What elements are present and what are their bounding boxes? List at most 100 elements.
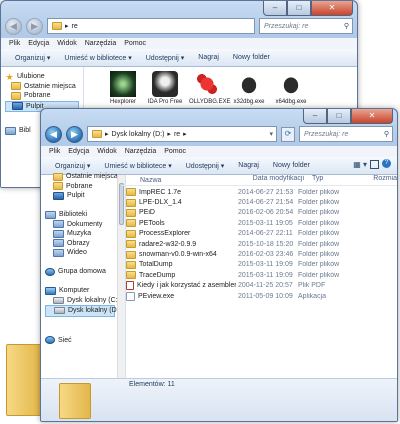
toolbar-button[interactable]: Nagraj [238,162,259,169]
refresh-icon[interactable]: ⟳ [281,126,295,142]
toolbar-button[interactable]: Nowy folder [273,162,310,169]
address-segment-folder[interactable]: re [174,131,180,138]
file-icon-item[interactable]: x64dbg.exe [273,71,309,106]
column-type[interactable]: Typ [310,175,371,185]
maximize-button[interactable]: □ [327,109,351,124]
nav-item[interactable]: Ostatnie miejsca [5,82,79,92]
search-input[interactable]: Przeszukaj: re ⚲ [299,126,393,142]
nav-item[interactable]: Biblioteki [45,210,115,220]
maximize-button[interactable]: □ [287,1,311,16]
nav-item[interactable]: Komputer [45,286,115,296]
close-button[interactable]: ✕ [351,109,393,124]
menu-item[interactable]: Pomoc [164,146,186,157]
menu-item[interactable]: Pomoc [124,38,146,49]
back-button[interactable]: ◀ [45,125,62,143]
toolbar-button[interactable]: Umieść w bibliotece ▾ [64,54,131,62]
library-icon [5,126,16,135]
address-segment-drive[interactable]: Dysk lokalny (D:) [112,131,165,138]
nav-item[interactable]: Dysk lokalny (D:) [45,305,121,317]
file-row[interactable]: Kiedy i jak korzystać z asemblera.pdf200… [122,281,397,291]
forward-button[interactable]: ▶ [66,125,83,143]
file-icon-item[interactable]: OLLYDBG.EXE [189,71,231,106]
menu-item[interactable]: Widok [97,146,116,157]
file-row[interactable]: TotalDump 2015-03-11 19:09 Folder plików [122,260,397,270]
file-name-cell: PEiD [122,208,236,217]
file-row[interactable]: LPE-DLX_1.4 2014-06-27 21:54 Folder plików [122,197,397,207]
file-name-cell: Kiedy i jak korzystać z asemblera.pdf [122,281,236,291]
desktop-icon [53,191,64,200]
file-name: LPE-DLX_1.4 [139,199,182,207]
nav-item[interactable]: Muzyka [45,229,115,239]
file-row[interactable]: ImpREC 1.7e 2014-06-27 21:53 Folder plików [122,187,397,197]
command-bar: Organizuj ▾ Umieść w bibliotece ▾ Udostępn… [1,49,357,67]
toolbar-button[interactable]: Nagraj [198,54,219,61]
folder-icon [126,208,136,217]
close-button[interactable]: ✕ [311,1,353,16]
folder-icon [126,188,136,197]
toolbar-button[interactable]: Nowy folder [233,54,270,61]
forward-button[interactable]: ▶ [26,17,43,35]
file-row[interactable]: PETools 2015-03-11 19:05 Folder plików [122,218,397,228]
file-type: Folder plików [298,199,340,207]
file-row[interactable]: ProcessExplorer 2014-06-27 22:11 Folder pl… [122,229,397,239]
toolbar-button[interactable]: Organizuj ▾ [15,54,50,62]
file-row[interactable]: PEiD 2016-02-06 20:54 Folder plików [122,208,397,218]
menu-item[interactable]: Narzędzia [85,38,117,49]
toolbar-button[interactable]: Organizuj ▾ [55,162,90,170]
file-icon-item[interactable]: Hexplorer [105,71,141,106]
nav-item-label: Ulubione [17,73,45,81]
nav-item[interactable]: Pobrane [5,91,79,101]
menu-item[interactable]: Plik [49,146,60,157]
file-row[interactable]: TraceDump 2015-03-11 19:09 Folder plików [122,270,397,280]
toolbar-button[interactable]: Udostępnij ▾ [186,162,225,170]
nav-item[interactable]: ★ Ulubione [5,72,79,82]
folder-icon [126,219,136,228]
nav-item-label: Komputer [59,287,90,295]
nav-item-label: Biblioteki [59,211,88,219]
menu-item[interactable]: Plik [9,38,20,49]
nav-item[interactable]: Pulpit [45,191,115,201]
menu-item[interactable]: Edycja [68,146,89,157]
help-icon[interactable]: ? [382,159,391,168]
nav-item[interactable]: Obrazy [45,239,115,249]
file-row[interactable]: radare2-w32-0.9.9 2015-10-18 15:20 Folder … [122,239,397,249]
column-date[interactable]: Data modyfikacji [251,175,310,185]
nav-item[interactable]: Wideo [45,248,115,258]
address-bar[interactable]: ▸ re [47,18,255,34]
address-bar[interactable]: ▸ Dysk lokalny (D:) ▸ re ▸ ▾ [87,126,277,142]
nav-item[interactable]: Ostatnie miejsca [45,172,118,182]
toolbar-button[interactable]: Udostępnij ▾ [146,54,185,62]
menu-item[interactable]: Edycja [28,38,49,49]
search-input[interactable]: Przeszukaj: re ⚲ [259,18,353,34]
toolbar-button[interactable]: Umieść w bibliotece ▾ [104,162,171,170]
front-explorer-window[interactable]: – □ ✕ ◀ ▶ ▸ Dysk lokalny (D:) ▸ re ▸ ▾ ⟳… [40,108,398,422]
back-button[interactable]: ◀ [5,17,22,35]
file-name: PEiD [139,209,155,217]
nav-item[interactable]: Dysk lokalny (C:) [45,296,120,306]
nav-item[interactable]: Sieć [45,336,115,346]
menu-item[interactable]: Narzędzia [125,146,157,157]
file-icon-label: x32dbg.exe [233,99,265,105]
minimize-button[interactable]: – [303,109,327,124]
front-titlebar[interactable]: – □ ✕ [41,109,397,125]
file-icon-item[interactable]: x32dbg.exe [231,71,267,106]
column-size[interactable]: Rozmiar [371,175,397,185]
preview-pane-icon[interactable] [370,160,379,169]
file-row[interactable]: PEview.exe 2011-05-09 10:09 Aplikacja [122,291,397,301]
nav-item[interactable]: Dokumenty [45,220,115,230]
navigation-pane: Ostatnie miejsca Pobrane Pulpit Biblioteki D… [41,172,126,379]
file-name-cell: TraceDump [122,271,236,280]
view-options-icon[interactable]: ▦ ▾ [353,160,367,169]
minimize-button[interactable]: – [263,1,287,16]
menu-item[interactable]: Widok [57,38,76,49]
nav-item[interactable]: Grupa domowa [45,267,115,277]
back-titlebar[interactable]: – □ ✕ [1,1,357,17]
nav-item[interactable]: Pobrane [45,182,115,192]
column-name[interactable]: Nazwa [122,175,251,185]
folder-icon [126,229,136,238]
file-row[interactable]: snowman-v0.0.9-win-x64 2016-02-03 23:46 Fo… [122,249,397,259]
ida-pro-icon [152,71,178,97]
file-icon-item[interactable]: IDA Pro Free [147,71,183,106]
dropdown-arrow-icon[interactable]: ▾ [269,130,276,138]
